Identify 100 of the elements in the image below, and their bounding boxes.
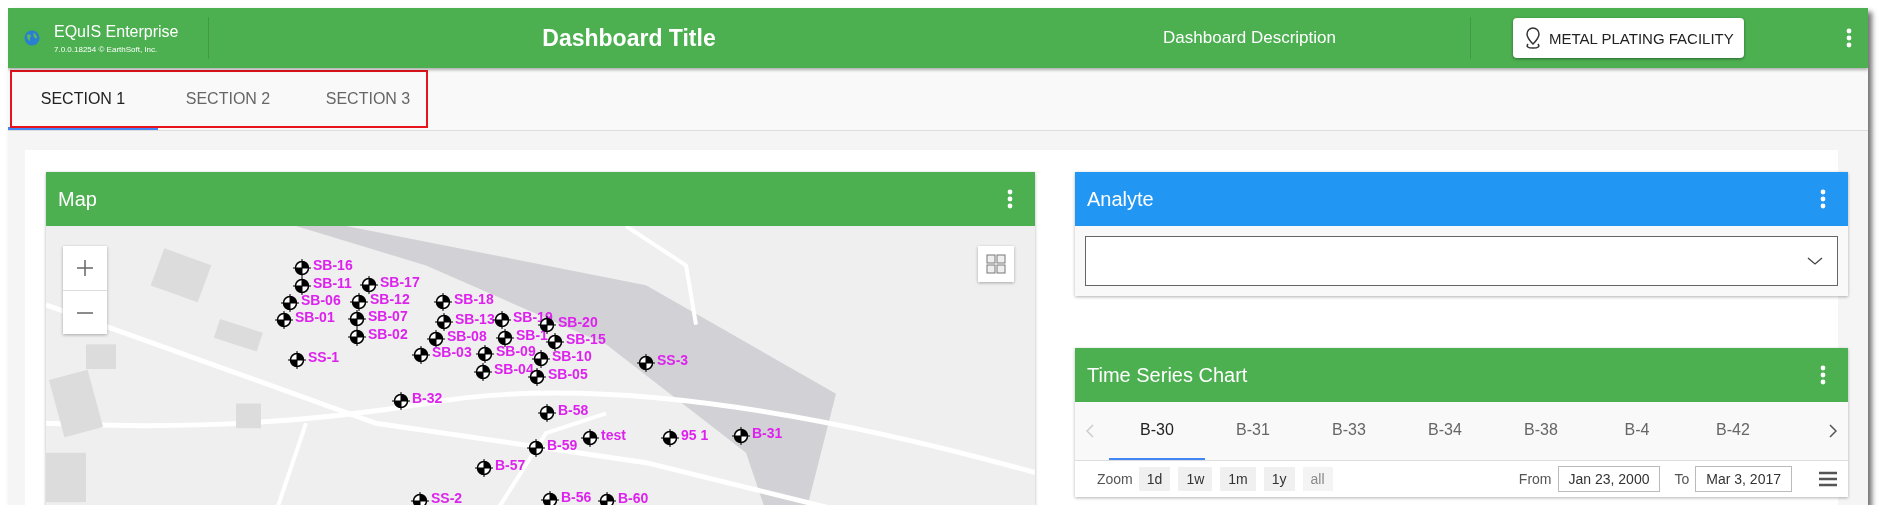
facility-button[interactable]: METAL PLATING FACILITY bbox=[1513, 18, 1744, 58]
marker-label: SB-05 bbox=[548, 367, 588, 381]
marker-label: B-56 bbox=[561, 490, 592, 504]
well-marker-icon[interactable] bbox=[392, 392, 410, 410]
well-marker-icon[interactable] bbox=[348, 310, 366, 328]
well-marker-icon[interactable] bbox=[476, 345, 494, 363]
well-tab[interactable]: B-4 bbox=[1589, 402, 1685, 460]
well-tab[interactable]: B-42 bbox=[1685, 402, 1781, 460]
marker-label: SS-1 bbox=[308, 350, 340, 364]
plus-icon bbox=[76, 259, 94, 277]
well-marker-icon[interactable] bbox=[275, 311, 293, 329]
globe-icon bbox=[24, 30, 40, 46]
well-marker-icon[interactable] bbox=[348, 328, 366, 346]
marker-label: B-57 bbox=[495, 458, 526, 472]
location-pin-icon bbox=[1523, 26, 1543, 50]
marker-label: SB-07 bbox=[368, 309, 408, 323]
marker-label: test bbox=[601, 428, 626, 442]
well-marker-icon[interactable] bbox=[541, 491, 559, 505]
well-tab[interactable]: B-34 bbox=[1397, 402, 1493, 460]
well-marker-icon[interactable] bbox=[546, 333, 564, 351]
marker-label: B-58 bbox=[558, 403, 589, 417]
well-marker-icon[interactable] bbox=[493, 311, 511, 329]
well-tab[interactable]: B-38 bbox=[1493, 402, 1589, 460]
zoom-range-button[interactable]: 1y bbox=[1263, 467, 1295, 491]
well-marker-icon[interactable] bbox=[581, 429, 599, 447]
more-icon[interactable] bbox=[1007, 189, 1013, 209]
menu-icon[interactable] bbox=[1818, 471, 1838, 487]
well-tab[interactable]: B-31 bbox=[1205, 402, 1301, 460]
marker-label: 95 1 bbox=[681, 428, 709, 442]
dashboard-description: Dashboard Description bbox=[1162, 28, 1337, 48]
minus-icon bbox=[76, 310, 94, 315]
well-marker-icon[interactable] bbox=[350, 293, 368, 311]
marker-label: SB-13 bbox=[455, 312, 495, 326]
marker-label: SB-10 bbox=[552, 349, 592, 363]
section-tab[interactable]: SECTION 1 bbox=[8, 68, 158, 130]
marker-label: SB-18 bbox=[454, 292, 494, 306]
well-marker-icon[interactable] bbox=[427, 330, 445, 348]
marker-label: B-59 bbox=[547, 438, 578, 452]
chevron-right-icon[interactable] bbox=[1829, 424, 1837, 438]
marker-label: SB-11 bbox=[313, 276, 352, 290]
marker-label: SB-1 bbox=[516, 328, 548, 342]
well-marker-icon[interactable] bbox=[732, 427, 750, 445]
grid-icon bbox=[986, 254, 1006, 274]
dashboard-title: Dashboard Title bbox=[541, 24, 717, 52]
well-marker-icon[interactable] bbox=[360, 276, 378, 294]
section-tab[interactable]: SECTION 2 bbox=[158, 68, 298, 130]
chevron-down-icon bbox=[1807, 256, 1823, 266]
well-marker-icon[interactable] bbox=[474, 363, 492, 381]
section-tab[interactable]: SECTION 3 bbox=[298, 68, 438, 130]
well-marker-icon[interactable] bbox=[496, 329, 514, 347]
more-icon[interactable] bbox=[1820, 365, 1826, 385]
well-marker-icon[interactable] bbox=[412, 346, 430, 364]
well-marker-icon[interactable] bbox=[288, 351, 306, 369]
card-title: Map bbox=[58, 187, 97, 211]
well-tab[interactable]: B-33 bbox=[1301, 402, 1397, 460]
to-date-field[interactable]: Mar 3, 2017 bbox=[1695, 466, 1792, 492]
marker-label: SB-15 bbox=[566, 332, 606, 346]
more-icon[interactable] bbox=[1846, 28, 1852, 48]
marker-label: SB-06 bbox=[301, 293, 341, 307]
marker-label: SB-04 bbox=[494, 362, 534, 376]
zoom-in-button[interactable] bbox=[63, 246, 107, 290]
marker-label: SB-08 bbox=[447, 329, 487, 343]
from-date-field[interactable]: Jan 23, 2000 bbox=[1557, 466, 1661, 492]
well-marker-icon[interactable] bbox=[637, 354, 655, 372]
marker-label: SB-03 bbox=[432, 345, 472, 359]
analyte-dropdown[interactable] bbox=[1085, 236, 1838, 286]
marker-label: B-31 bbox=[752, 426, 783, 440]
from-label: From bbox=[1518, 471, 1552, 487]
marker-label: SB-20 bbox=[558, 315, 598, 329]
marker-label: SB-02 bbox=[368, 327, 408, 341]
well-marker-icon[interactable] bbox=[527, 439, 545, 457]
zoom-label: Zoom bbox=[1097, 471, 1133, 487]
marker-label: SB-01 bbox=[295, 310, 335, 324]
zoom-range-button[interactable]: 1m bbox=[1220, 467, 1256, 491]
well-marker-icon[interactable] bbox=[435, 313, 453, 331]
well-marker-icon[interactable] bbox=[411, 492, 429, 505]
well-marker-icon[interactable] bbox=[434, 293, 452, 311]
card-title: Time Series Chart bbox=[1087, 363, 1248, 387]
well-marker-icon[interactable] bbox=[598, 492, 616, 505]
well-marker-icon[interactable] bbox=[293, 277, 311, 295]
app-version: 7.0.0.18254 © EarthSoft, Inc. bbox=[54, 44, 159, 54]
more-icon[interactable] bbox=[1820, 189, 1826, 209]
marker-label: SB-16 bbox=[313, 258, 353, 272]
marker-label: B-32 bbox=[412, 391, 443, 405]
well-marker-icon[interactable] bbox=[293, 259, 311, 277]
app-name: EQuIS Enterprise bbox=[54, 22, 179, 41]
marker-label: SB-17 bbox=[380, 275, 420, 289]
marker-label: B-60 bbox=[618, 491, 649, 505]
zoom-range-button[interactable]: 1d bbox=[1138, 467, 1171, 491]
well-marker-icon[interactable] bbox=[538, 404, 556, 422]
to-label: To bbox=[1674, 471, 1690, 487]
card-title: Analyte bbox=[1087, 187, 1154, 211]
well-marker-icon[interactable] bbox=[281, 294, 299, 312]
well-marker-icon[interactable] bbox=[661, 429, 679, 447]
marker-label: SB-12 bbox=[370, 292, 410, 306]
zoom-range-button[interactable]: 1w bbox=[1178, 467, 1213, 491]
marker-label: SS-3 bbox=[657, 353, 689, 367]
well-tab[interactable]: B-30 bbox=[1109, 402, 1205, 460]
marker-label: SB-09 bbox=[496, 344, 536, 358]
well-marker-icon[interactable] bbox=[475, 459, 493, 477]
